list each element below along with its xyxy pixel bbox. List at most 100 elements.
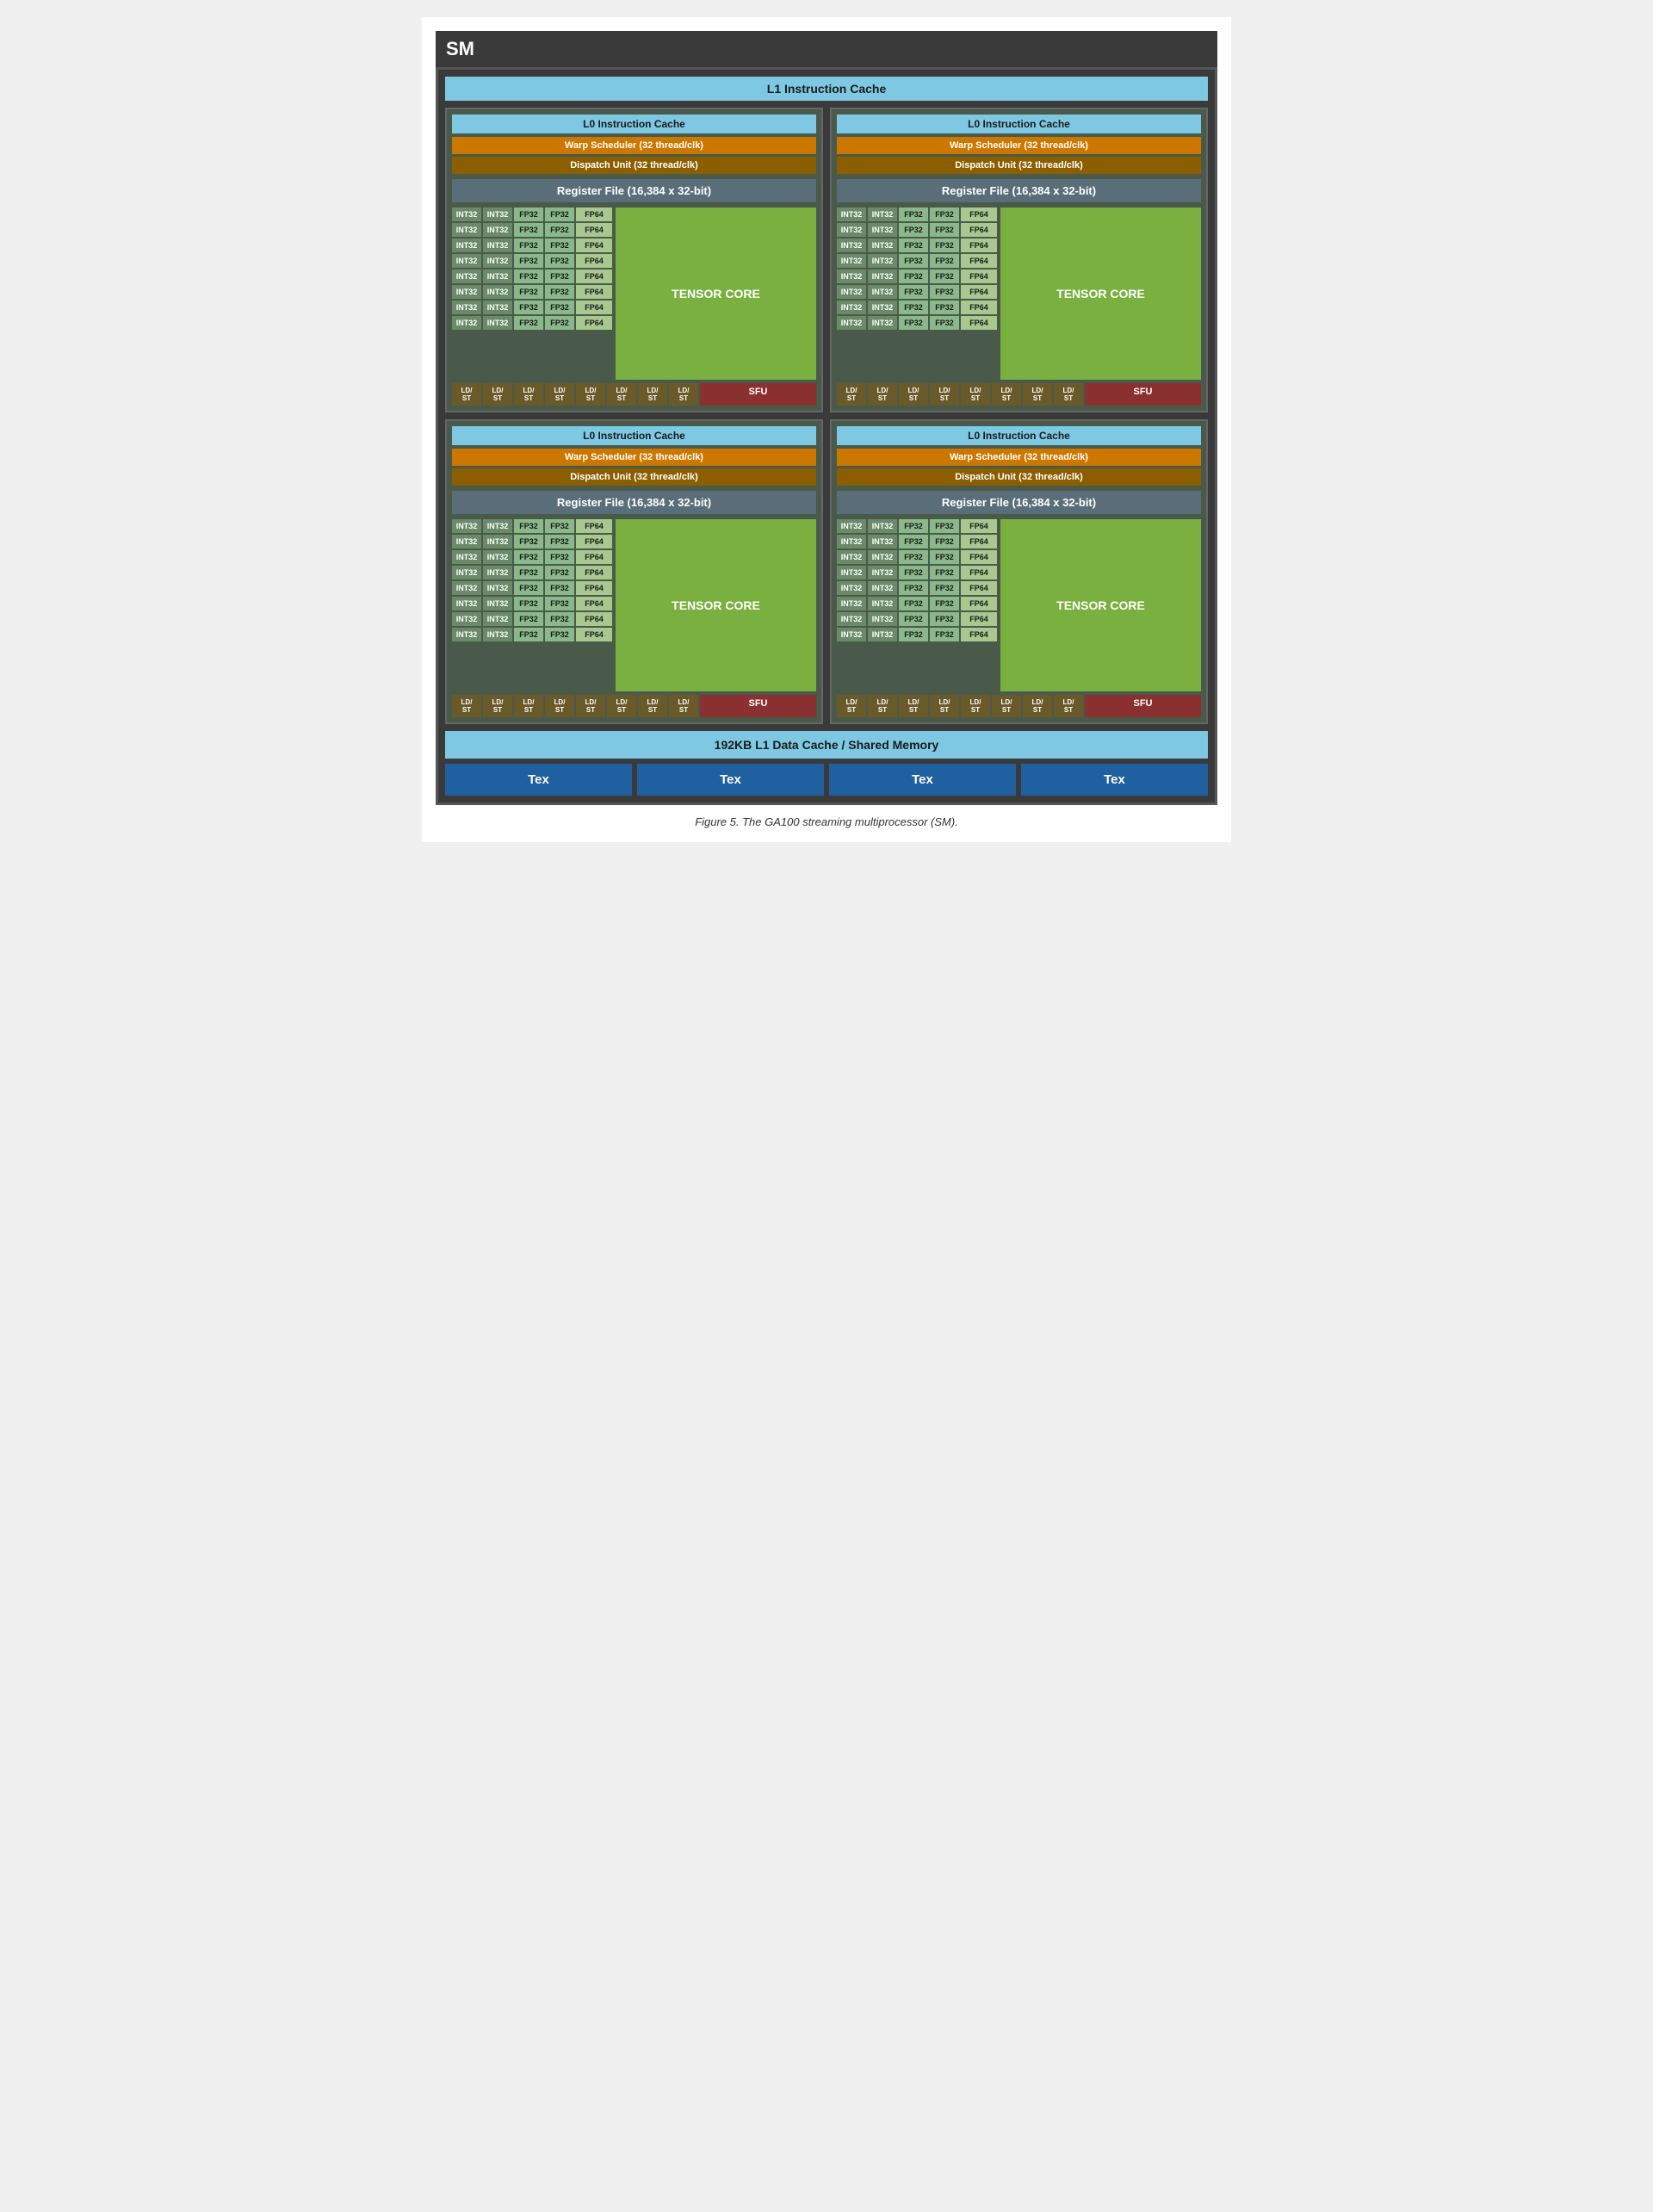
q1-int32-1b: INT32 bbox=[483, 208, 512, 221]
q3-int32-4a: INT32 bbox=[452, 566, 481, 579]
q2-int32-4b: INT32 bbox=[868, 254, 897, 268]
q1-fp32-3b: FP32 bbox=[545, 239, 574, 252]
q4-fp32-6a: FP32 bbox=[899, 597, 928, 610]
q2-cuda-row-3: INT32 INT32 FP32 FP32 FP64 bbox=[837, 239, 997, 252]
q1-l0-cache: L0 Instruction Cache bbox=[452, 115, 816, 133]
q1-int32-2a: INT32 bbox=[452, 223, 481, 237]
q2-fp32-2b: FP32 bbox=[930, 223, 959, 237]
q3-cuda-row-1: INT32 INT32 FP32 FP32 FP64 bbox=[452, 519, 612, 533]
q2-cuda-row-5: INT32 INT32 FP32 FP32 FP64 bbox=[837, 270, 997, 283]
q4-fp32-2a: FP32 bbox=[899, 535, 928, 548]
q2-ldst-1: LD/ST bbox=[837, 383, 866, 406]
q4-fp64-4: FP64 bbox=[961, 566, 997, 579]
figure-caption: Figure 5. The GA100 streaming multiproce… bbox=[436, 815, 1217, 828]
q2-int32-5a: INT32 bbox=[837, 270, 866, 283]
q4-fp64-7: FP64 bbox=[961, 612, 997, 626]
q3-compute-area: INT32 INT32 FP32 FP32 FP64 INT32 INT32 F… bbox=[452, 519, 816, 691]
q2-fp32-6b: FP32 bbox=[930, 285, 959, 299]
q1-ldst-8: LD/ST bbox=[669, 383, 698, 406]
q1-fp64-7: FP64 bbox=[576, 301, 612, 314]
q2-fp32-6a: FP32 bbox=[899, 285, 928, 299]
q3-fp64-5: FP64 bbox=[576, 581, 612, 595]
q2-int32-8a: INT32 bbox=[837, 316, 866, 330]
q1-cuda-row-8: INT32 INT32 FP32 FP32 FP64 bbox=[452, 316, 612, 330]
q3-int32-6a: INT32 bbox=[452, 597, 481, 610]
q1-int32-8b: INT32 bbox=[483, 316, 512, 330]
q4-int32-8b: INT32 bbox=[868, 628, 897, 641]
q1-fp32-7a: FP32 bbox=[514, 301, 543, 314]
q3-ldst-6: LD/ST bbox=[607, 695, 636, 717]
q4-fp64-3: FP64 bbox=[961, 550, 997, 564]
q3-int32-4b: INT32 bbox=[483, 566, 512, 579]
q1-fp64-4: FP64 bbox=[576, 254, 612, 268]
q2-fp32-4b: FP32 bbox=[930, 254, 959, 268]
q4-cuda-row-5: INT32 INT32 FP32 FP32 FP64 bbox=[837, 581, 997, 595]
q4-ldst-2: LD/ST bbox=[868, 695, 897, 717]
q4-cuda-row-7: INT32 INT32 FP32 FP32 FP64 bbox=[837, 612, 997, 626]
q3-int32-2b: INT32 bbox=[483, 535, 512, 548]
q3-fp32-8b: FP32 bbox=[545, 628, 574, 641]
q2-cuda-row-4: INT32 INT32 FP32 FP32 FP64 bbox=[837, 254, 997, 268]
q2-cuda-row-6: INT32 INT32 FP32 FP32 FP64 bbox=[837, 285, 997, 299]
q2-fp32-4a: FP32 bbox=[899, 254, 928, 268]
q4-fp32-3a: FP32 bbox=[899, 550, 928, 564]
q4-fp32-8a: FP32 bbox=[899, 628, 928, 641]
quadrant-3: L0 Instruction Cache Warp Scheduler (32 … bbox=[445, 419, 823, 724]
q2-int32-7b: INT32 bbox=[868, 301, 897, 314]
q1-ldst-6: LD/ST bbox=[607, 383, 636, 406]
q1-ldst-1: LD/ST bbox=[452, 383, 481, 406]
q1-int32-6a: INT32 bbox=[452, 285, 481, 299]
q4-ldst-4: LD/ST bbox=[930, 695, 959, 717]
q1-fp32-4b: FP32 bbox=[545, 254, 574, 268]
q1-fp32-5b: FP32 bbox=[545, 270, 574, 283]
q2-fp64-2: FP64 bbox=[961, 223, 997, 237]
q2-fp32-5b: FP32 bbox=[930, 270, 959, 283]
q4-fp32-2b: FP32 bbox=[930, 535, 959, 548]
q4-int32-7b: INT32 bbox=[868, 612, 897, 626]
q2-fp32-5a: FP32 bbox=[899, 270, 928, 283]
q1-int32-8a: INT32 bbox=[452, 316, 481, 330]
q4-cuda-row-8: INT32 INT32 FP32 FP32 FP64 bbox=[837, 628, 997, 641]
q3-fp32-2b: FP32 bbox=[545, 535, 574, 548]
q3-fp32-7a: FP32 bbox=[514, 612, 543, 626]
q4-int32-8a: INT32 bbox=[837, 628, 866, 641]
q1-int32-5b: INT32 bbox=[483, 270, 512, 283]
q4-int32-6b: INT32 bbox=[868, 597, 897, 610]
q3-ldst-8: LD/ST bbox=[669, 695, 698, 717]
q1-fp32-8a: FP32 bbox=[514, 316, 543, 330]
q3-fp32-1a: FP32 bbox=[514, 519, 543, 533]
q3-fp64-7: FP64 bbox=[576, 612, 612, 626]
q3-int32-3b: INT32 bbox=[483, 550, 512, 564]
q3-int32-1b: INT32 bbox=[483, 519, 512, 533]
q1-register-file: Register File (16,384 x 32-bit) bbox=[452, 179, 816, 202]
q4-fp32-5b: FP32 bbox=[930, 581, 959, 595]
q3-int32-8a: INT32 bbox=[452, 628, 481, 641]
q1-ldst-7: LD/ST bbox=[638, 383, 667, 406]
q2-int32-2a: INT32 bbox=[837, 223, 866, 237]
q1-int32-3a: INT32 bbox=[452, 239, 481, 252]
q3-fp64-8: FP64 bbox=[576, 628, 612, 641]
q4-fp32-8b: FP32 bbox=[930, 628, 959, 641]
q2-fp32-3b: FP32 bbox=[930, 239, 959, 252]
q4-fp32-3b: FP32 bbox=[930, 550, 959, 564]
q4-int32-1a: INT32 bbox=[837, 519, 866, 533]
q2-fp32-8b: FP32 bbox=[930, 316, 959, 330]
q3-ldst-2: LD/ST bbox=[483, 695, 512, 717]
q1-fp64-8: FP64 bbox=[576, 316, 612, 330]
q4-dispatch-unit: Dispatch Unit (32 thread/clk) bbox=[837, 468, 1201, 486]
q4-warp-scheduler: Warp Scheduler (32 thread/clk) bbox=[837, 449, 1201, 466]
q1-fp32-8b: FP32 bbox=[545, 316, 574, 330]
tex-unit-4: Tex bbox=[1021, 764, 1208, 796]
q1-int32-7b: INT32 bbox=[483, 301, 512, 314]
q2-fp64-7: FP64 bbox=[961, 301, 997, 314]
q2-int32-6a: INT32 bbox=[837, 285, 866, 299]
q4-cuda-row-3: INT32 INT32 FP32 FP32 FP64 bbox=[837, 550, 997, 564]
sm-title: SM bbox=[436, 31, 1217, 67]
q2-fp64-6: FP64 bbox=[961, 285, 997, 299]
q4-fp64-1: FP64 bbox=[961, 519, 997, 533]
q4-bottom-row: LD/ST LD/ST LD/ST LD/ST LD/ST LD/ST LD/S… bbox=[837, 695, 1201, 717]
q4-fp32-6b: FP32 bbox=[930, 597, 959, 610]
q2-dispatch-unit: Dispatch Unit (32 thread/clk) bbox=[837, 157, 1201, 174]
q3-int32-5a: INT32 bbox=[452, 581, 481, 595]
quadrant-2: L0 Instruction Cache Warp Scheduler (32 … bbox=[830, 108, 1208, 412]
